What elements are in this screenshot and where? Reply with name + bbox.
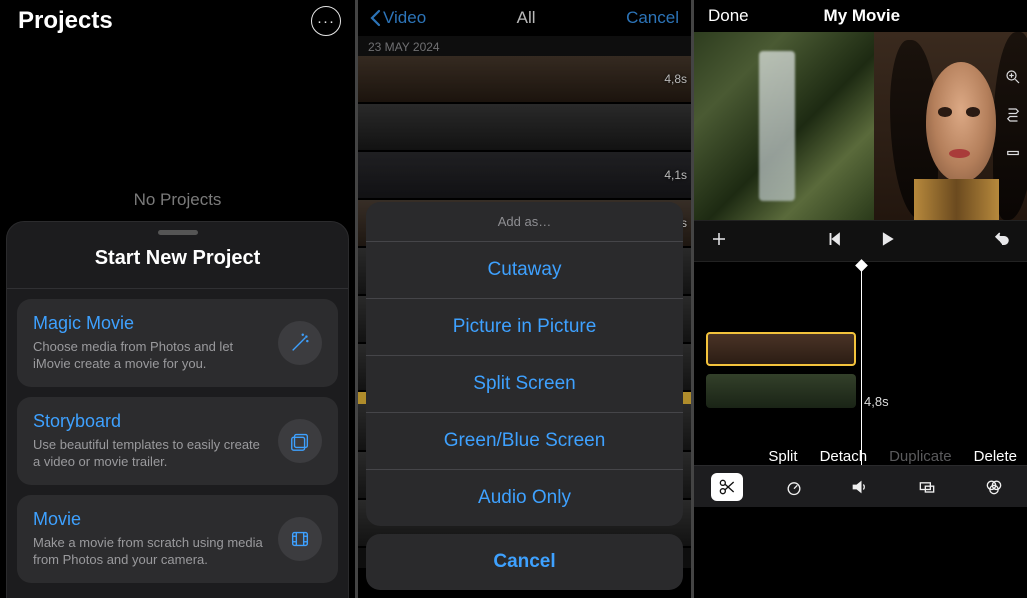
option-movie[interactable]: Movie Make a movie from scratch using me… bbox=[17, 495, 338, 583]
video-clip[interactable] bbox=[358, 104, 691, 152]
picker-title: All bbox=[517, 8, 536, 28]
option-magic-movie[interactable]: Magic Movie Choose media from Photos and… bbox=[17, 299, 338, 387]
clip-actions: Split Detach Duplicate Delete bbox=[768, 448, 1017, 465]
back-button[interactable]: Video bbox=[370, 8, 426, 28]
editor-header: Done My Movie bbox=[694, 0, 1027, 32]
section-date: 23 MAY 2024 bbox=[358, 36, 691, 56]
clip-duration: 4,8s bbox=[664, 72, 687, 86]
add-as-pip[interactable]: Picture in Picture bbox=[366, 298, 683, 355]
preview-main-video bbox=[694, 32, 874, 220]
ellipsis-icon: ··· bbox=[317, 13, 335, 30]
viewer-tools bbox=[1004, 68, 1022, 167]
option-title: Storyboard bbox=[33, 411, 264, 432]
editor-screen: Done My Movie 4,8s bbox=[694, 0, 1027, 598]
add-as-cutaway[interactable]: Cutaway bbox=[366, 241, 683, 298]
detach-action[interactable]: Detach bbox=[820, 448, 868, 465]
film-icon bbox=[278, 517, 322, 561]
chevron-left-icon bbox=[370, 9, 381, 27]
more-options-button[interactable]: ··· bbox=[311, 6, 341, 36]
media-picker-nav: Video All Cancel bbox=[358, 0, 691, 36]
storyboard-icon bbox=[278, 419, 322, 463]
add-as-green-screen[interactable]: Green/Blue Screen bbox=[366, 412, 683, 469]
scissors-button[interactable] bbox=[711, 473, 743, 501]
sheet-cancel-button[interactable]: Cancel bbox=[366, 534, 683, 590]
no-projects-label: No Projects bbox=[0, 190, 355, 210]
timeline-clip[interactable] bbox=[706, 374, 856, 408]
clip-duration: 4,1s bbox=[664, 168, 687, 182]
transport-bar bbox=[694, 220, 1027, 262]
overlay-button[interactable] bbox=[911, 473, 943, 501]
sheet-title: Start New Project bbox=[7, 241, 348, 289]
projects-header: Projects ··· bbox=[0, 0, 355, 42]
filters-button[interactable] bbox=[978, 473, 1010, 501]
timeline-clip-selected[interactable] bbox=[706, 332, 856, 366]
speed-button[interactable] bbox=[778, 473, 810, 501]
add-as-split-screen[interactable]: Split Screen bbox=[366, 355, 683, 412]
skip-start-button[interactable] bbox=[826, 230, 844, 253]
zoom-icon[interactable] bbox=[1004, 68, 1022, 91]
add-as-sheet: Add as… Cutaway Picture in Picture Split… bbox=[366, 202, 683, 590]
option-title: Movie bbox=[33, 509, 264, 530]
video-clip[interactable]: 4,1s bbox=[358, 152, 691, 200]
option-storyboard[interactable]: Storyboard Use beautiful templates to ea… bbox=[17, 397, 338, 485]
video-clip[interactable]: 4,8s bbox=[358, 56, 691, 104]
project-title: My Movie bbox=[824, 6, 901, 26]
preview-viewer[interactable] bbox=[694, 32, 1027, 220]
volume-button[interactable] bbox=[844, 473, 876, 501]
swap-icon[interactable] bbox=[1004, 106, 1022, 129]
duplicate-action: Duplicate bbox=[889, 448, 952, 465]
media-picker-screen: Video All Cancel 23 MAY 2024 4,8s 4,1s 1… bbox=[358, 0, 691, 598]
new-project-sheet: Start New Project Magic Movie Choose med… bbox=[6, 221, 349, 598]
editor-toolbar bbox=[694, 465, 1027, 507]
delete-action[interactable]: Delete bbox=[974, 448, 1017, 465]
wand-icon bbox=[278, 321, 322, 365]
add-as-audio-only[interactable]: Audio Only bbox=[366, 469, 683, 526]
play-button[interactable] bbox=[878, 230, 896, 253]
option-desc: Make a movie from scratch using media fr… bbox=[33, 534, 264, 569]
sheet-grabber[interactable] bbox=[158, 230, 198, 235]
undo-button[interactable] bbox=[993, 230, 1011, 253]
split-action[interactable]: Split bbox=[768, 448, 797, 465]
cancel-nav-button[interactable]: Cancel bbox=[626, 8, 679, 28]
projects-title: Projects bbox=[18, 7, 113, 35]
timeline[interactable]: 4,8s Split Detach Duplicate Delete bbox=[694, 262, 1027, 507]
back-label: Video bbox=[383, 8, 426, 28]
done-button[interactable]: Done bbox=[708, 6, 749, 26]
option-title: Magic Movie bbox=[33, 313, 264, 334]
add-media-button[interactable] bbox=[710, 230, 728, 253]
option-desc: Choose media from Photos and let iMovie … bbox=[33, 338, 264, 373]
border-icon[interactable] bbox=[1004, 144, 1022, 167]
sheet-header: Add as… bbox=[366, 202, 683, 241]
projects-screen: Projects ··· No Projects Start New Proje… bbox=[0, 0, 355, 598]
option-desc: Use beautiful templates to easily create… bbox=[33, 436, 264, 471]
clip-length-label: 4,8s bbox=[864, 394, 889, 409]
